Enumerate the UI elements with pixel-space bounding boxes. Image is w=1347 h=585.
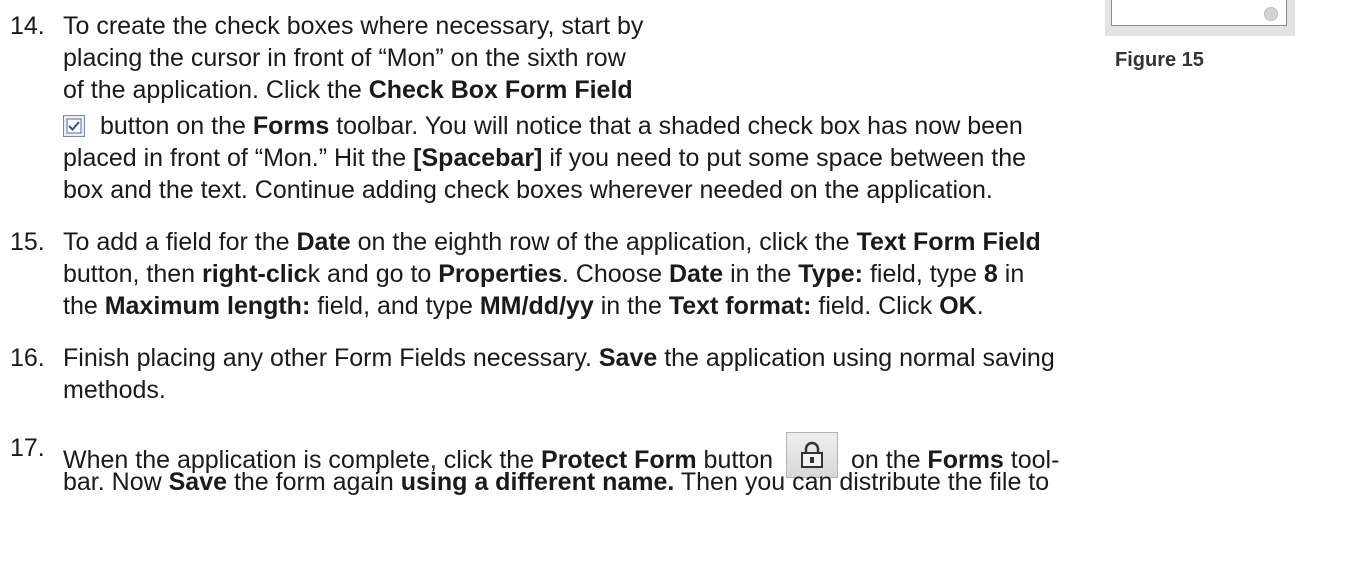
step-number: 14. [10,12,45,40]
step-line: To add a field for the Date on the eight… [63,228,1041,256]
step-line: placed in front of “Mon.” Hit the [Space… [63,144,1027,172]
scroll-knob-icon [1264,7,1278,21]
figure-field [1111,0,1287,26]
step-line: of the application. Click the Check Box … [63,76,633,104]
step-number: 16. [10,344,45,372]
step-line: box and the text. Continue adding check … [63,176,993,204]
step-line: the Maximum length: field, and type MM/d… [63,292,984,320]
step-number: 17. [10,434,45,462]
step-line: bar. Now Save the form again using a dif… [63,468,1050,496]
step-line: Finish placing any other Form Fields nec… [63,344,1055,372]
step-line: methods. [63,376,166,404]
step-line: placing the cursor in front of “Mon” on … [63,44,626,72]
step-number: 15. [10,228,45,256]
step-line: To create the check boxes where necessar… [63,12,644,40]
figure-15-image [1105,0,1295,36]
step-line: button on the Forms toolbar. You will no… [63,110,1023,142]
step-line: button, then right-click and go to Prope… [63,260,1025,288]
checkbox-form-field-icon [63,113,85,137]
figure-caption: Figure 15 [1115,49,1204,71]
